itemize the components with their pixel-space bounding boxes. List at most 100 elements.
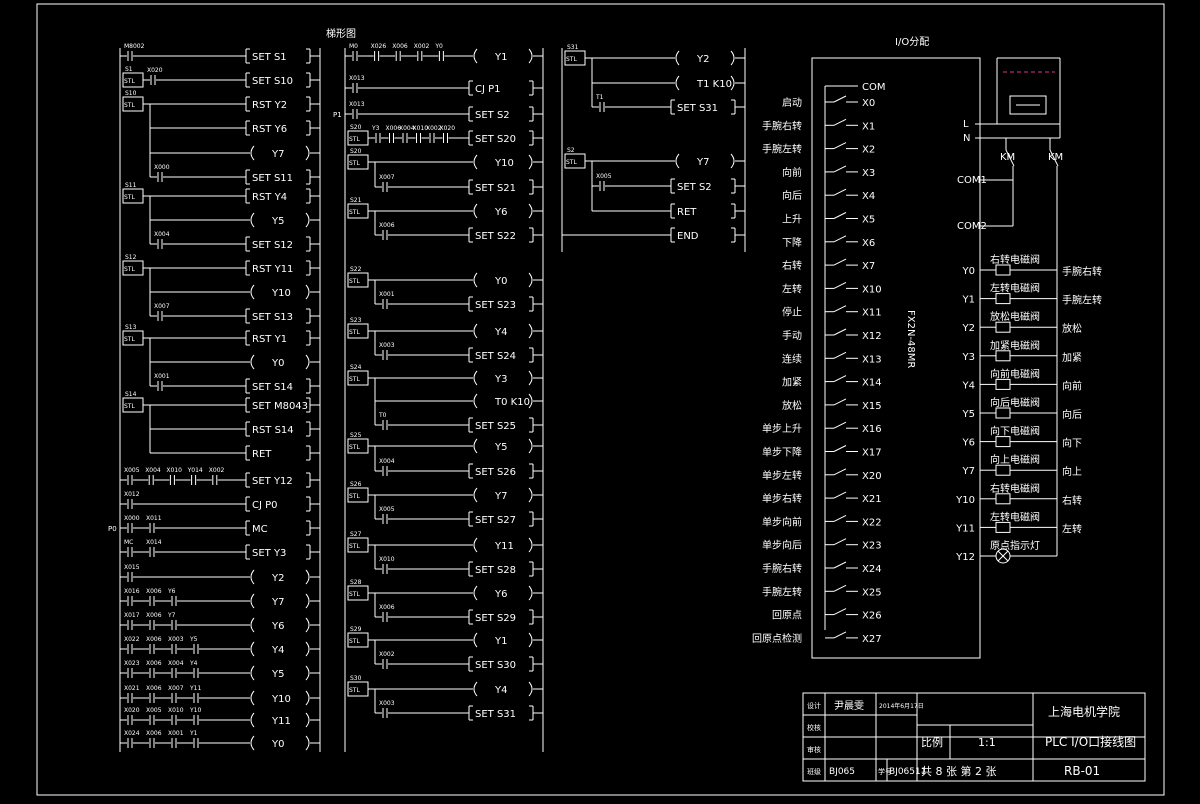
coil-right-arc [528,438,533,454]
input-switch [833,421,847,429]
input-address: X4 [862,191,875,202]
input-label: 单步右转 [762,492,802,505]
rung: X005 SET S2 [591,161,745,194]
rung: STL S29 Y1 [347,626,543,648]
coil-right-arc [730,153,735,169]
stl-label: STL [349,591,360,598]
rung: STL S22 Y0 [347,266,543,288]
contact-label: Y5 [189,636,198,643]
output-function: 向下 [1062,437,1082,450]
input-address: X3 [862,168,875,179]
input-address: X22 [862,517,882,528]
input-switch [833,561,847,569]
contact-label: X006 [146,730,162,737]
contact-label: X003 [168,636,184,643]
input-row: 向后 X4 [782,188,875,202]
valve-coil [995,350,1011,362]
coil-left-arc [250,354,255,370]
stl-state: S22 [350,266,362,273]
input-switch [833,608,847,616]
title-block: 设计 尹晨雯 2014年6月17日 校核 审核 班级 BJ065 学号 BJ06… [802,692,1146,782]
input-switch [833,188,847,196]
contact-label: X006 [392,43,408,50]
coil-text: T0 K10 [494,397,530,408]
rung: X016 X006 Y6 Y7 [120,588,320,609]
valve-coil [995,493,1011,505]
instruction-text: SET Y3 [252,548,286,559]
contact-label: X006 [146,660,162,667]
output-load: 向上电磁阀 [990,453,1040,466]
coil-right-arc [305,569,310,585]
contact-label: X004 [379,458,395,465]
stl-state: S28 [350,579,362,586]
output-load: 原点指示灯 [990,539,1040,552]
stl-label: STL [124,102,135,109]
instruction-text: SET S24 [475,351,516,362]
contact-label: X013 [349,101,365,108]
input-label: 回原点检测 [752,632,802,645]
input-row: 放松 X15 [782,398,882,412]
rung: X023 X006 X004 Y4 Y5 [120,660,320,681]
output-address: Y2 [962,323,975,334]
input-label: 放松 [782,399,802,412]
output-address: Y1 [962,295,975,306]
rung: X012 CJ P0 [120,491,320,512]
contact-label: X005 [379,506,395,513]
input-switch [833,212,847,219]
input-label: 单步向前 [762,515,802,528]
rung: X000 SET S11 [149,104,320,185]
output-load: 左转电磁阀 [990,510,1040,523]
coil-right-arc [528,154,533,170]
stl-state: S27 [350,531,362,538]
input-address: X6 [862,238,875,249]
instruction-text: SET S31 [677,103,718,114]
stl-state: S24 [350,364,362,371]
input-label: 单步左转 [762,469,802,482]
input-address: X1 [862,121,875,132]
coil-right-arc [528,323,533,339]
output-function: 手腕右转 [1062,265,1102,278]
valve-coil [995,321,1011,333]
coil-left-arc [473,48,478,64]
coil-right-arc [305,735,310,751]
contact-label: X011 [146,515,162,522]
coil-left-arc [250,690,255,706]
input-address: X17 [862,448,882,459]
input-label: 手腕左转 [762,585,802,598]
valve-coil [995,436,1011,448]
contact-label: X023 [124,660,140,667]
coil-left-arc [250,735,255,751]
output-address: Y11 [955,523,975,534]
instruction-text: SET S22 [475,231,516,242]
rung: STL S24 Y3 [347,364,543,386]
tb-designer: 尹晨雯 [834,700,864,712]
stl-state: S20 [350,124,362,131]
contact-label: T1 [595,94,604,101]
contact-label: X021 [124,685,140,692]
contact-label: X010 [166,467,182,474]
coil-text: Y2 [696,54,709,65]
io-title: I/O分配 [895,36,929,48]
coil-text: Y1 [494,52,507,63]
contact-label: T0 [378,412,387,419]
rung: P0 X000 X011 MC [108,515,320,536]
contact-label: MC [124,539,133,546]
coil-text: Y0 [494,276,507,287]
contact-label: X015 [124,564,140,571]
contact-label: X020 [124,707,140,714]
rung: M0 X026 X006 X002 Y0 Y1 [345,43,543,64]
coil-text: Y5 [494,442,507,453]
rung: RST Y6 [149,104,320,136]
output-function: 向上 [1062,465,1082,478]
coil-right-arc [528,681,533,697]
instruction-text: SET S2 [677,182,712,193]
stl-label: STL [349,278,360,285]
stl-state: S11 [125,182,137,189]
instruction-text: SET M8043 [252,401,308,412]
stl-label: STL [349,444,360,451]
input-address: X23 [862,541,882,552]
rung: T0 K10 [374,378,543,409]
output-function: 向后 [1062,408,1082,421]
stl-label: STL [349,638,360,645]
coil-left-arc [250,665,255,681]
